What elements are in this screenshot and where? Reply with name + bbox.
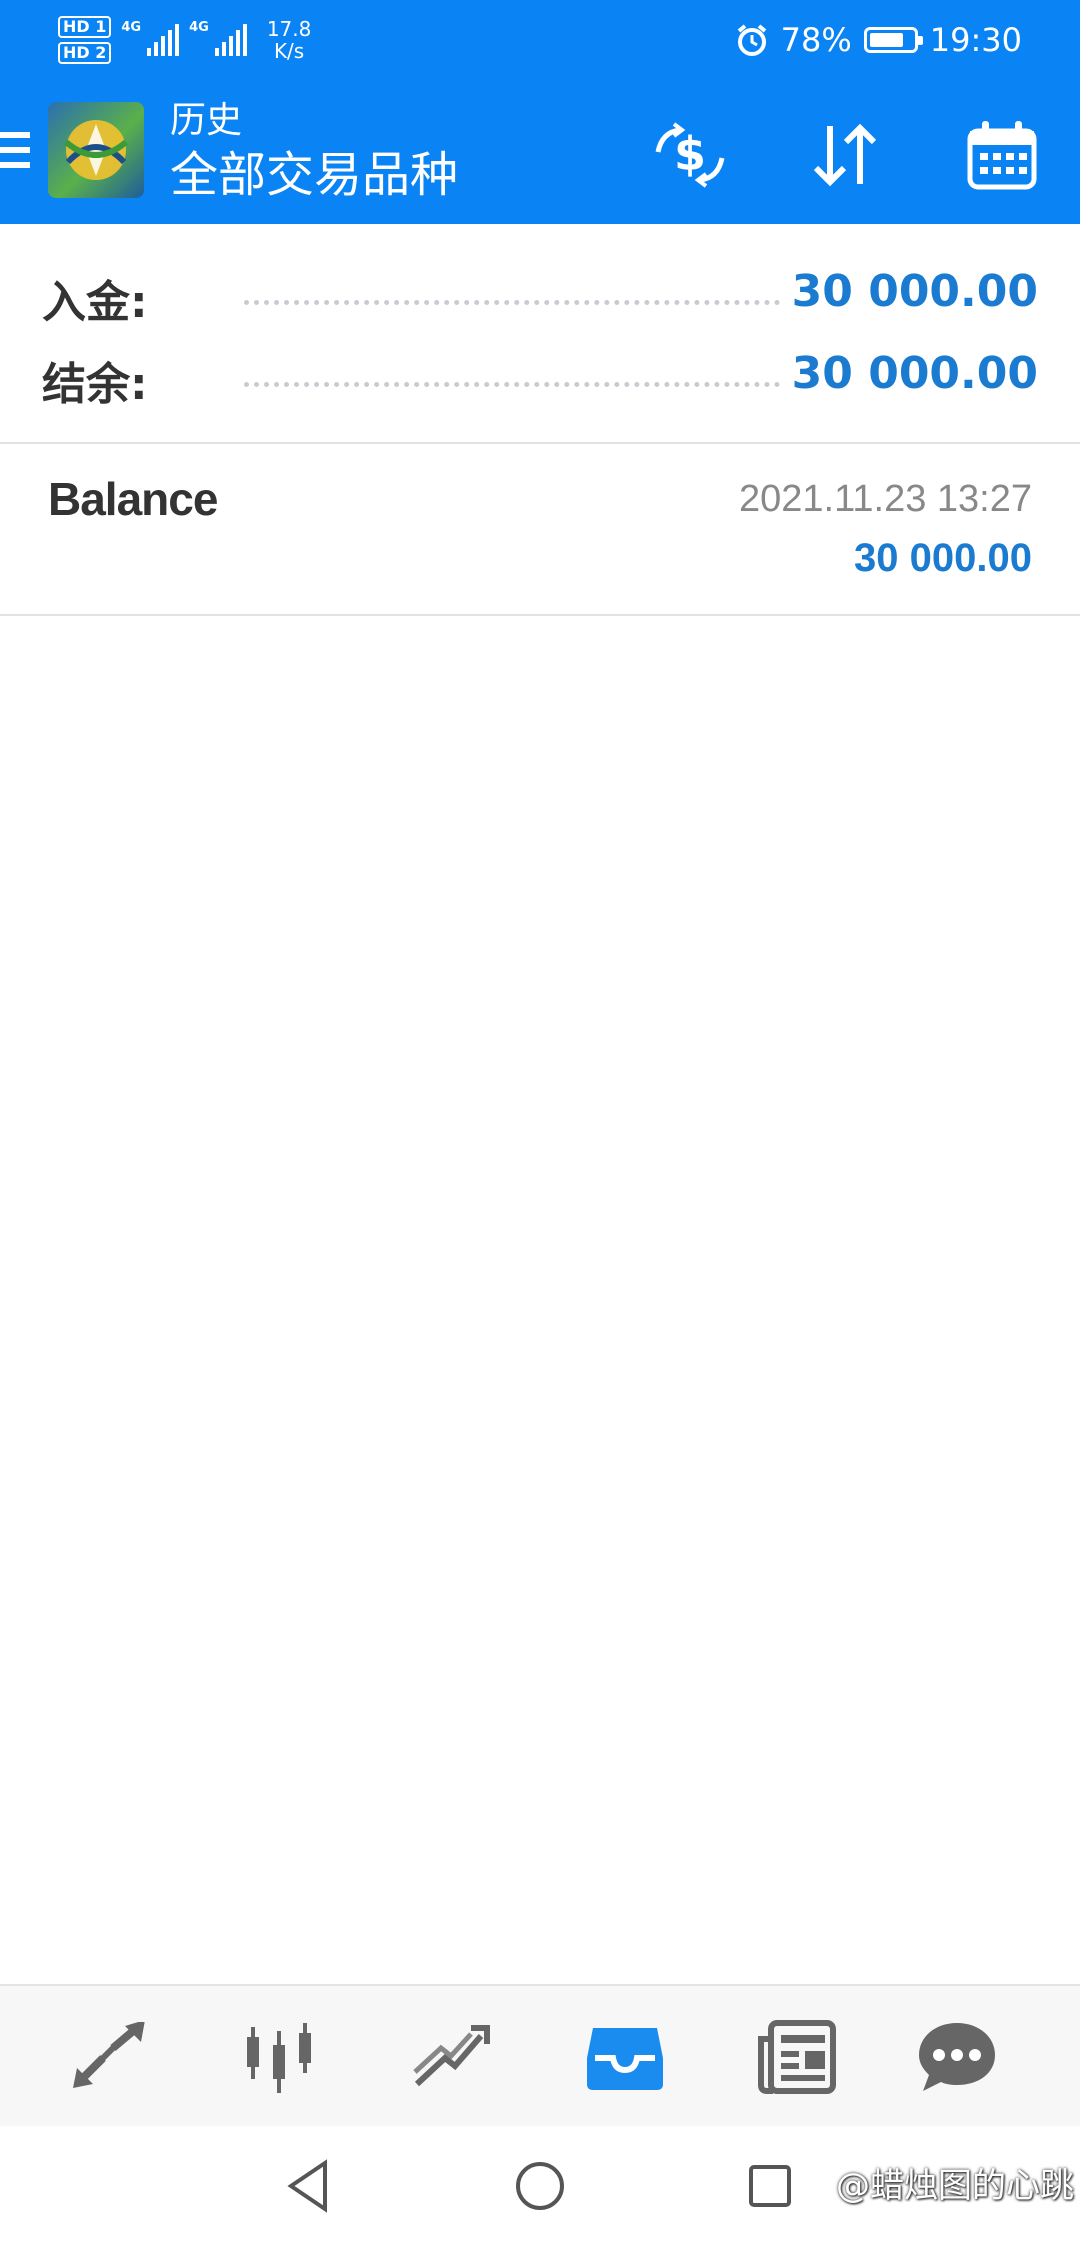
nav-quotes[interactable] bbox=[64, 2014, 154, 2100]
menu-button[interactable] bbox=[0, 132, 30, 176]
deal-amount: 30 000.00 bbox=[854, 536, 1032, 580]
profit-currency-button[interactable]: $ bbox=[648, 120, 732, 190]
sort-button[interactable] bbox=[802, 120, 886, 190]
sort-icon bbox=[813, 123, 877, 187]
app-logo-icon bbox=[48, 102, 144, 198]
svg-text:$: $ bbox=[674, 127, 706, 181]
history-list-item[interactable]: Balance 2021.11.23 13:27 30 000.00 bbox=[0, 444, 1080, 616]
history-icon bbox=[587, 2028, 663, 2090]
speed-value: 17.8 bbox=[266, 17, 312, 41]
summary-value: 30 000.00 bbox=[791, 348, 1038, 399]
dotted-leader bbox=[244, 300, 780, 305]
back-button[interactable] bbox=[280, 2156, 340, 2216]
summary-row-balance: 结余: 30 000.00 bbox=[0, 334, 1080, 414]
nav-trade[interactable] bbox=[406, 2014, 496, 2100]
nav-chart[interactable] bbox=[236, 2014, 326, 2100]
back-icon bbox=[287, 2159, 327, 2213]
signal-icon-2 bbox=[214, 24, 247, 56]
news-icon bbox=[758, 2020, 836, 2094]
page-title[interactable]: 全部交易品种 bbox=[170, 144, 458, 206]
network-speed: 17.8 K/s bbox=[267, 18, 312, 62]
calendar-button[interactable] bbox=[960, 120, 1044, 190]
status-right: 78% 19:30 bbox=[735, 0, 1022, 80]
nav-history[interactable] bbox=[580, 2014, 670, 2100]
trade-icon bbox=[413, 2025, 490, 2087]
home-button[interactable] bbox=[510, 2156, 570, 2216]
deal-time: 2021.11.23 13:27 bbox=[738, 478, 1032, 520]
summary-row-deposit: 入金: 30 000.00 bbox=[0, 252, 1080, 332]
sim-indicators: HD 1 HD 2 bbox=[58, 16, 112, 64]
network-type-2: 4G bbox=[189, 20, 209, 35]
battery-icon bbox=[863, 27, 923, 53]
history-summary: 入金: 30 000.00 结余: 30 000.00 bbox=[0, 224, 1080, 444]
sim1-label: HD 1 bbox=[58, 16, 112, 38]
alarm-icon bbox=[737, 24, 766, 56]
dollar-exchange-icon: $ bbox=[655, 122, 725, 188]
speed-unit: K/s bbox=[273, 39, 305, 63]
messages-icon bbox=[919, 2023, 995, 2091]
signal-icon bbox=[147, 24, 180, 56]
status-bar: HD 1 HD 2 4G 4G 17.8 K/s 78% 19:30 bbox=[0, 0, 1080, 80]
summary-label: 结余: bbox=[42, 359, 148, 410]
title-block: 历史 全部交易品种 bbox=[170, 98, 458, 206]
page-subtitle: 历史 bbox=[170, 100, 243, 141]
nav-messages[interactable] bbox=[912, 2014, 1002, 2100]
home-icon bbox=[516, 2162, 564, 2210]
battery-percent: 78% bbox=[780, 21, 852, 59]
summary-value: 30 000.00 bbox=[791, 266, 1038, 317]
calendar-icon bbox=[967, 121, 1037, 190]
dotted-leader bbox=[244, 382, 780, 387]
app-bar: 历史 全部交易品种 $ bbox=[0, 80, 1080, 224]
sim2-label: HD 2 bbox=[58, 42, 112, 64]
recents-button[interactable] bbox=[740, 2156, 800, 2216]
battery-fill bbox=[869, 33, 903, 47]
clock: 19:30 bbox=[929, 21, 1022, 59]
network-type-1: 4G bbox=[121, 20, 142, 35]
nav-news[interactable] bbox=[752, 2014, 842, 2100]
watermark: @蜡烛图的心跳 bbox=[836, 2166, 1074, 2206]
bottom-navigation bbox=[0, 1984, 1080, 2126]
deal-type: Balance bbox=[48, 473, 218, 525]
summary-label: 入金: bbox=[42, 277, 148, 328]
recents-icon bbox=[749, 2165, 791, 2207]
quotes-icon bbox=[73, 2022, 145, 2088]
chart-icon bbox=[247, 2023, 311, 2093]
status-left: HD 1 HD 2 4G 4G 17.8 K/s bbox=[58, 10, 311, 70]
system-navigation-bar: @蜡烛图的心跳 bbox=[0, 2126, 1080, 2244]
